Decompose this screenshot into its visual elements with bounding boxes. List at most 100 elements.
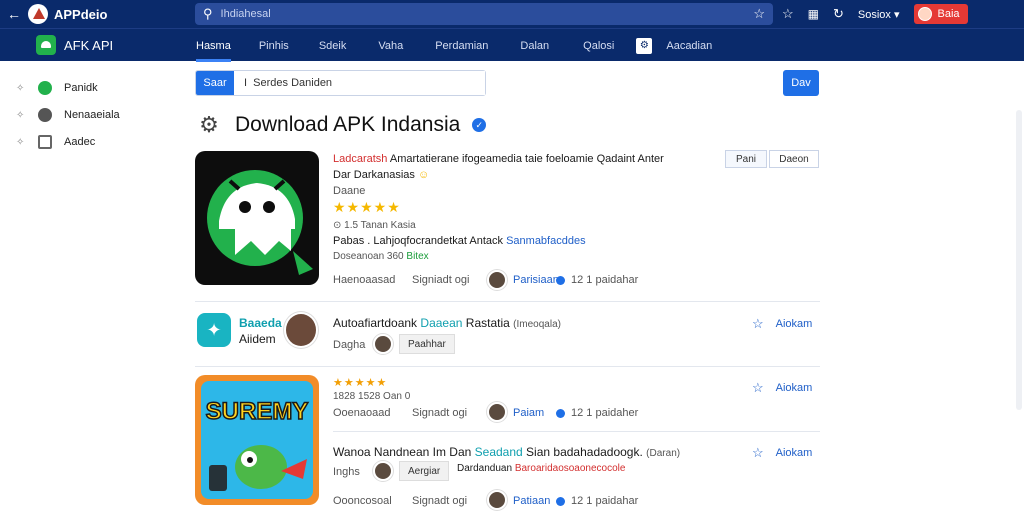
app-name: APPdeio xyxy=(54,6,108,22)
app-2-meta: 1828 1528 Oan 0 xyxy=(333,391,411,402)
app-icon-1[interactable]: ✦ xyxy=(197,313,231,347)
featured-footer-right: 12 1 paidahar xyxy=(571,274,639,286)
app-3-author[interactable]: Patiaan xyxy=(513,495,550,507)
app-logo-icon xyxy=(28,4,48,24)
grid-apps-icon[interactable]: ▦ xyxy=(808,7,819,21)
tab-sdeik[interactable]: Sdeik xyxy=(319,29,347,62)
scrollbar[interactable] xyxy=(1016,110,1022,410)
app-3-sub-tag[interactable]: Aergiar xyxy=(399,461,450,481)
app-1-sub-tag[interactable]: Paahhar xyxy=(399,334,455,354)
sidebar: ✧ Panidk ✧ Nenaaeiala ✧ Aadec xyxy=(0,61,180,512)
verified-badge-icon: ✓ xyxy=(472,118,487,132)
sidebar-item-aadec[interactable]: ✧ Aadec xyxy=(16,135,95,149)
tab-qalosi[interactable]: Qalosi xyxy=(583,29,614,62)
app-1-fav-label: Aiokam xyxy=(775,318,813,330)
user-avatar xyxy=(917,7,932,21)
app-2-footer-mid: Signadt ogi xyxy=(412,407,468,419)
featured-footer-left: Haenoaasad xyxy=(333,274,396,286)
app-2-author[interactable]: Paiam xyxy=(513,407,544,419)
back-arrow-icon[interactable]: ← xyxy=(0,6,28,22)
featured-secondary-button[interactable]: Daeon xyxy=(769,150,819,168)
puzzle-icon: ✦ xyxy=(206,319,222,340)
sidebar-item-label: Panidk xyxy=(64,82,98,94)
app-1-avatar[interactable] xyxy=(284,312,318,348)
search-input[interactable] xyxy=(220,8,746,20)
star-icon: ☆ xyxy=(752,316,764,331)
app-3-sub-dark: Dardanduan xyxy=(457,463,513,474)
divider xyxy=(333,431,820,432)
android-icon xyxy=(36,35,56,55)
tab-dalan[interactable]: Dalan xyxy=(520,29,549,62)
featured-size-dark: Doseanoan 360 xyxy=(333,251,404,262)
featured-subtitle: Dar Darkanasias xyxy=(333,169,415,181)
app-1-fav[interactable]: ☆ Aiokam xyxy=(752,316,812,332)
featured-description: Pabas . Lahjoqfocrandetkat Antack Sanmab… xyxy=(333,235,586,247)
tab-pinhis[interactable]: Pinhis xyxy=(259,29,289,62)
language-label: Sosiox xyxy=(857,8,891,21)
star-icon: ☆ xyxy=(752,380,764,395)
divider xyxy=(195,301,820,302)
tab-vaha[interactable]: Vaha xyxy=(378,29,403,62)
featured-primary-button[interactable]: Pani xyxy=(725,150,767,168)
featured-title[interactable]: Ladcaratsh Amartatierane ifogeamedia tai… xyxy=(333,153,664,165)
featured-footer-mid: Signiadt ogi xyxy=(412,274,470,286)
featured-size: Doseanoan 360 Bitex xyxy=(333,251,429,262)
app-1-brand-top: Baaeda xyxy=(239,316,282,330)
app-3-sub-text: Dardanduan Baroaridaosoaonecocole xyxy=(457,463,625,474)
settings-square-icon[interactable]: ⚙ xyxy=(636,37,653,54)
featured-author[interactable]: Parisiaan xyxy=(513,274,559,286)
app-1-sub-avatar[interactable] xyxy=(373,334,393,354)
search-icon: ⚲ xyxy=(203,6,213,21)
sidebar-item-panidk[interactable]: ✧ Panidk xyxy=(16,81,98,95)
disc-icon xyxy=(38,108,52,122)
app-2-author-avatar[interactable] xyxy=(487,402,507,422)
app-1-title-teal: Daaean xyxy=(420,316,463,330)
app-2-fav[interactable]: ☆ Aiokam xyxy=(752,380,812,396)
language-select[interactable]: Sosiox ▾ xyxy=(858,8,900,21)
bookmark-star-icon[interactable]: ☆ xyxy=(782,6,794,22)
sort-button[interactable]: Saar xyxy=(196,71,234,95)
sidebar-item-label: Aadec xyxy=(64,136,96,148)
top-bar: ← APPdeio ⚲ ☆ ☆ ▦ ↻ Sosiox ▾ Baia xyxy=(0,0,1024,28)
featured-meta: ⊙ 1.5 Tanan Kasia xyxy=(333,220,416,231)
app-3-title[interactable]: Wanoa Nandnean Im Dan Seadand Sian badah… xyxy=(333,445,680,459)
dev-button[interactable]: Dav xyxy=(783,70,819,96)
sidebar-item-nenaaeiala[interactable]: ✧ Nenaaeiala xyxy=(16,108,120,122)
featured-title-rest: Amartatierane ifogeamedia taie foeloamie… xyxy=(389,153,664,165)
app-3-author-avatar[interactable] xyxy=(487,490,507,510)
app-1-title-rest: Rastatia xyxy=(465,316,510,330)
featured-desc-link[interactable]: Sanmabfacddes xyxy=(506,235,586,247)
app-1-title[interactable]: Autoafiartdoank Daaean Rastatia (Imeoqal… xyxy=(333,316,561,330)
app-3-fav-label: Aiokam xyxy=(775,447,813,459)
tab-perdamian[interactable]: Perdamian xyxy=(435,29,488,62)
app-1-brand-bottom: Aiidem xyxy=(239,332,276,346)
app-2-footer-right: 12 1 paidaher xyxy=(571,407,639,419)
nav-bar: AFK API Hasma Pinhis Sdeik Vaha Perdamia… xyxy=(0,28,1024,62)
app-icon-2[interactable]: SUREMY xyxy=(195,375,319,505)
sidebar-item-label: Nenaaeiala xyxy=(64,109,120,121)
star-outline-icon[interactable]: ☆ xyxy=(753,6,765,22)
author-avatar[interactable] xyxy=(487,270,507,290)
app-3-sub-left: Inghs xyxy=(333,466,360,478)
filter-input[interactable] xyxy=(234,71,485,95)
brand[interactable]: APPdeio xyxy=(28,4,193,24)
section-label[interactable]: AFK API xyxy=(36,35,113,55)
nav-tabs: Hasma Pinhis Sdeik Vaha Perdamian Dalan … xyxy=(188,29,712,62)
app-3-fav[interactable]: ☆ Aiokam xyxy=(752,445,812,461)
app-3-footer-left: Oooncosoal xyxy=(333,495,392,507)
app-3-sub-avatar[interactable] xyxy=(373,461,393,481)
featured-size-green: Bitex xyxy=(406,251,429,262)
expand-icon: ✧ xyxy=(16,136,25,148)
tab-hasma[interactable]: Hasma xyxy=(196,29,231,62)
tab-aacadian[interactable]: Aacadian xyxy=(666,29,712,62)
user-button[interactable]: Baia xyxy=(913,4,968,24)
app-3-footer-right: 12 1 paidahar xyxy=(571,495,639,507)
search-bar[interactable]: ⚲ ☆ xyxy=(195,3,773,25)
page-title: Download APK Indansia xyxy=(235,113,461,136)
refresh-icon[interactable]: ↻ xyxy=(833,6,844,22)
featured-app-icon[interactable] xyxy=(195,151,319,285)
verified-dot-icon xyxy=(556,497,565,506)
star-icon: ☆ xyxy=(752,445,764,460)
filter-bar: Saar xyxy=(195,70,486,96)
featured-rating-stars: ★★★★★ xyxy=(333,199,401,215)
